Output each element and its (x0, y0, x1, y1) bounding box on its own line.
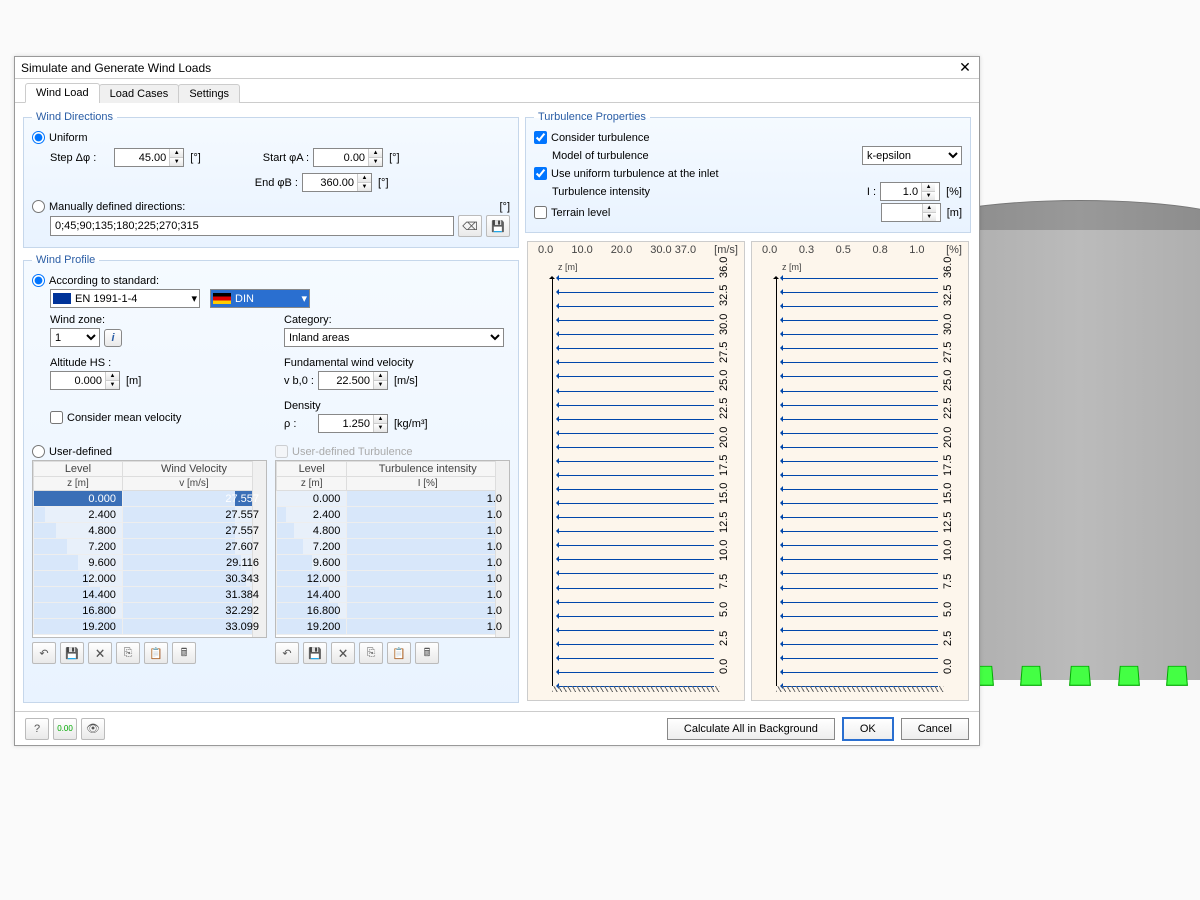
table-row[interactable]: 9.60029.116 (34, 555, 266, 571)
close-icon[interactable]: ✕ (957, 59, 973, 76)
help-icon[interactable]: ? (25, 718, 49, 740)
save-icon[interactable]: 💾 (486, 215, 510, 237)
clear-icon[interactable]: ⌫ (458, 215, 482, 237)
input-step[interactable]: ▲▼ (114, 148, 184, 167)
tool-save-icon[interactable]: 💾 (60, 642, 84, 664)
table-row[interactable]: 19.2001.0 (277, 619, 509, 635)
tool-paste-icon[interactable]: 📋 (144, 642, 168, 664)
table-row[interactable]: 19.20033.099 (34, 619, 266, 635)
tool-undo-icon[interactable]: ↶ (275, 642, 299, 664)
label-uniform: Uniform (49, 132, 88, 144)
radio-according[interactable] (32, 274, 45, 287)
panel-turbulence: Turbulence Properties Consider turbulenc… (525, 111, 971, 233)
radio-manual[interactable] (32, 200, 45, 213)
label-altitude: Altitude HS : (50, 357, 111, 369)
tab-bar: Wind Load Load Cases Settings (15, 79, 979, 103)
select-model[interactable]: k-epsilon (862, 146, 962, 165)
table-row[interactable]: 12.00030.343 (34, 571, 266, 587)
cancel-button[interactable]: Cancel (901, 718, 969, 740)
panel-wind-directions: Wind Directions Uniform Step Δφ : ▲▼ [°]… (23, 111, 519, 248)
tool-paste-icon[interactable]: 📋 (387, 642, 411, 664)
label-end: End φB : (247, 177, 298, 189)
units-icon[interactable]: 0.00 (53, 718, 77, 740)
dialog-title: Simulate and Generate Wind Loads (21, 61, 211, 75)
table-row[interactable]: 12.0001.0 (277, 571, 509, 587)
table-row[interactable]: 9.6001.0 (277, 555, 509, 571)
titlebar: Simulate and Generate Wind Loads ✕ (15, 57, 979, 79)
input-density[interactable]: ▲▼ (318, 414, 388, 433)
legend-turb: Turbulence Properties (534, 111, 650, 123)
table-row[interactable]: 2.40027.557 (34, 507, 266, 523)
label-step: Step Δφ : (50, 152, 96, 164)
info-icon[interactable]: i (104, 329, 122, 347)
graph-velocity: 0.0 10.0 20.0 30.0 37.0 [m/s] z [m] 36.0… (527, 241, 745, 701)
label-according: According to standard: (49, 275, 159, 287)
label-zone: Wind zone: (50, 314, 105, 326)
legend-directions: Wind Directions (32, 111, 117, 123)
check-consider[interactable] (534, 131, 547, 144)
view-icon[interactable]: 👁 (81, 718, 105, 740)
label-density: Density (284, 400, 321, 412)
tool-copy-icon[interactable]: ⎘ (116, 642, 140, 664)
label-category: Category: (284, 314, 332, 326)
table-row[interactable]: 4.80027.557 (34, 523, 266, 539)
input-intensity[interactable]: ▲▼ (880, 182, 940, 201)
tab-load-cases[interactable]: Load Cases (99, 84, 180, 103)
table-row[interactable]: 7.20027.607 (34, 539, 266, 555)
table-row[interactable]: 4.8001.0 (277, 523, 509, 539)
select-category[interactable]: Inland areas (284, 328, 504, 347)
select-standard[interactable]: EN 1991-1-4▾ (50, 289, 200, 308)
table-row[interactable]: 0.00027.557 (34, 491, 266, 507)
tool-copy-icon[interactable]: ⎘ (359, 642, 383, 664)
table-turbulence[interactable]: LevelTurbulence intensity z [m]I [%] 0.0… (275, 460, 510, 638)
label-manual: Manually defined directions: (49, 201, 185, 213)
tool-calc-icon[interactable]: 🖩 (172, 642, 196, 664)
dialog-footer: ? 0.00 👁 Calculate All in Background OK … (15, 711, 979, 745)
table-toolbar-2: ↶ 💾 🗙 ⎘ 📋 🖩 (275, 642, 510, 664)
label-fundamental: Fundamental wind velocity (284, 357, 414, 369)
check-mean[interactable] (50, 411, 63, 424)
legend-profile: Wind Profile (32, 254, 99, 266)
table-row[interactable]: 2.4001.0 (277, 507, 509, 523)
tab-wind-load[interactable]: Wind Load (25, 83, 100, 103)
table-row[interactable]: 16.80032.292 (34, 603, 266, 619)
label-start: Start φA : (263, 152, 309, 164)
table-row[interactable]: 14.40031.384 (34, 587, 266, 603)
input-start[interactable]: ▲▼ (313, 148, 383, 167)
radio-user[interactable] (32, 445, 45, 458)
input-manual-list[interactable] (50, 216, 454, 236)
table-row[interactable]: 7.2001.0 (277, 539, 509, 555)
table-row[interactable]: 14.4001.0 (277, 587, 509, 603)
tool-save-icon[interactable]: 💾 (303, 642, 327, 664)
table-toolbar-1: ↶ 💾 🗙 ⎘ 📋 🖩 (32, 642, 267, 664)
spin-down-icon[interactable]: ▼ (170, 158, 183, 166)
tool-clear-icon[interactable]: 🗙 (331, 642, 355, 664)
tab-settings[interactable]: Settings (178, 84, 240, 103)
input-fundamental[interactable]: ▲▼ (318, 371, 388, 390)
tool-undo-icon[interactable]: ↶ (32, 642, 56, 664)
ok-button[interactable]: OK (843, 718, 893, 740)
table-row[interactable]: 0.0001.0 (277, 491, 509, 507)
graphs: 0.0 10.0 20.0 30.0 37.0 [m/s] z [m] 36.0… (525, 239, 971, 703)
check-uniform-inlet[interactable] (534, 167, 547, 180)
table-row[interactable]: 16.8001.0 (277, 603, 509, 619)
radio-uniform[interactable] (32, 131, 45, 144)
select-zone[interactable]: 1 (50, 328, 100, 347)
input-altitude[interactable]: ▲▼ (50, 371, 120, 390)
input-end[interactable]: ▲▼ (302, 173, 372, 192)
table-velocity[interactable]: LevelWind Velocity z [m]v [m/s] 0.00027.… (32, 460, 267, 638)
dialog: Simulate and Generate Wind Loads ✕ Wind … (14, 56, 980, 746)
tool-clear-icon[interactable]: 🗙 (88, 642, 112, 664)
calculate-button[interactable]: Calculate All in Background (667, 718, 835, 740)
spin-up-icon[interactable]: ▲ (170, 149, 183, 158)
check-user-turb (275, 445, 288, 458)
graph-turbulence: 0.0 0.3 0.5 0.8 1.0 [%] z [m] 36.032.530… (751, 241, 969, 701)
select-annex[interactable]: DIN▾ (210, 289, 310, 308)
input-terrain[interactable]: ▲▼ (881, 203, 941, 222)
check-terrain[interactable] (534, 206, 547, 219)
panel-wind-profile: Wind Profile According to standard: EN 1… (23, 254, 519, 703)
tool-calc-icon[interactable]: 🖩 (415, 642, 439, 664)
